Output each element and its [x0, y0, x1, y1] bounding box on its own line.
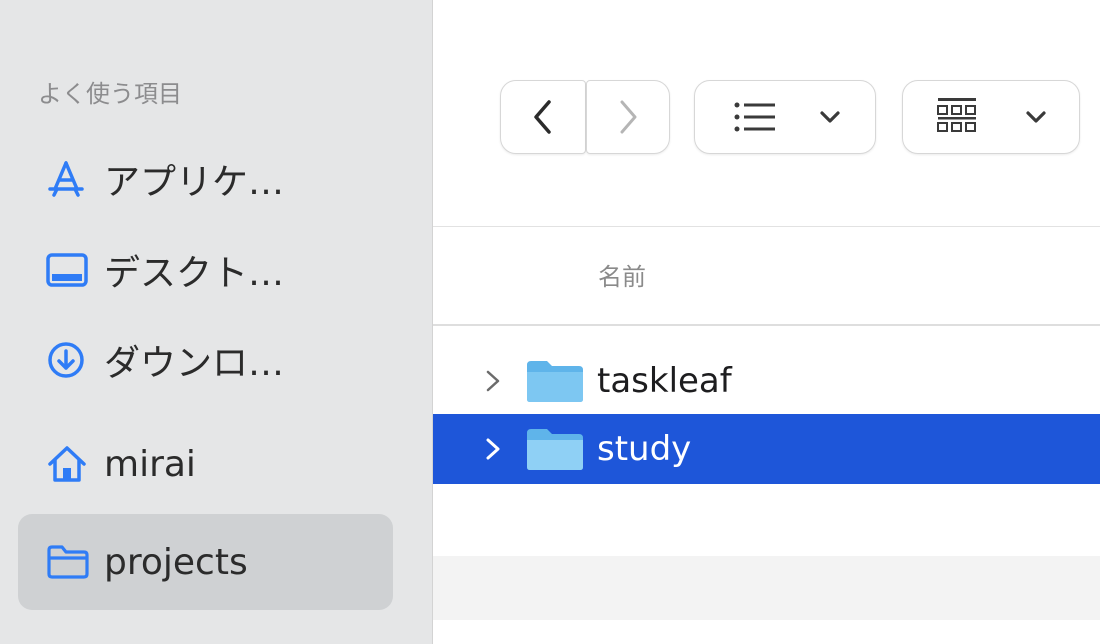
sidebar-section-favorites: よく使う項目 [38, 80, 182, 108]
sidebar-item-projects[interactable]: projects [18, 514, 393, 610]
sidebar-item-downloads[interactable]: ダウンロ… [18, 312, 393, 408]
file-name: study [597, 429, 692, 469]
home-icon [46, 442, 96, 486]
sidebar-item-label: ダウンロ… [104, 343, 285, 384]
list-view-icon [734, 102, 775, 132]
folder-icon [46, 540, 96, 584]
chevron-left-icon [534, 100, 551, 134]
sidebar-item-label: デスクト… [104, 253, 285, 294]
grid-view-icon [937, 98, 976, 132]
back-button[interactable] [500, 80, 586, 154]
sidebar-item-home[interactable]: mirai [18, 416, 393, 512]
desktop-icon [46, 248, 96, 292]
chevron-right-icon [620, 100, 637, 134]
chevron-down-icon [1026, 111, 1046, 123]
file-name: taskleaf [597, 361, 732, 401]
list-view-button[interactable] [694, 80, 876, 154]
folder-icon [525, 359, 585, 403]
disclosure-triangle-icon[interactable] [485, 437, 525, 461]
chevron-down-icon [820, 111, 840, 123]
file-row-taskleaf[interactable]: taskleaf [433, 346, 1100, 416]
sidebar-item-desktop[interactable]: デスクト… [18, 222, 393, 318]
file-row-study[interactable]: study [433, 414, 1100, 484]
column-header-name[interactable]: 名前 [598, 257, 646, 292]
downloads-icon [46, 338, 96, 382]
column-header-divider [433, 324, 1100, 326]
forward-button[interactable] [586, 80, 670, 154]
folder-icon [525, 427, 585, 471]
sidebar: よく使う項目 アプリケ… デスクト… ダウンロ… mirai projects [0, 0, 433, 644]
empty-row-stripe [433, 556, 1100, 620]
sidebar-item-label: projects [104, 541, 248, 583]
sidebar-item-label: mirai [104, 443, 196, 485]
sidebar-item-applications[interactable]: アプリケ… [18, 131, 393, 227]
disclosure-triangle-icon[interactable] [485, 369, 525, 393]
group-view-button[interactable] [902, 80, 1080, 154]
applications-icon [46, 157, 96, 201]
sidebar-item-label: アプリケ… [104, 162, 285, 203]
toolbar-divider [433, 226, 1100, 227]
